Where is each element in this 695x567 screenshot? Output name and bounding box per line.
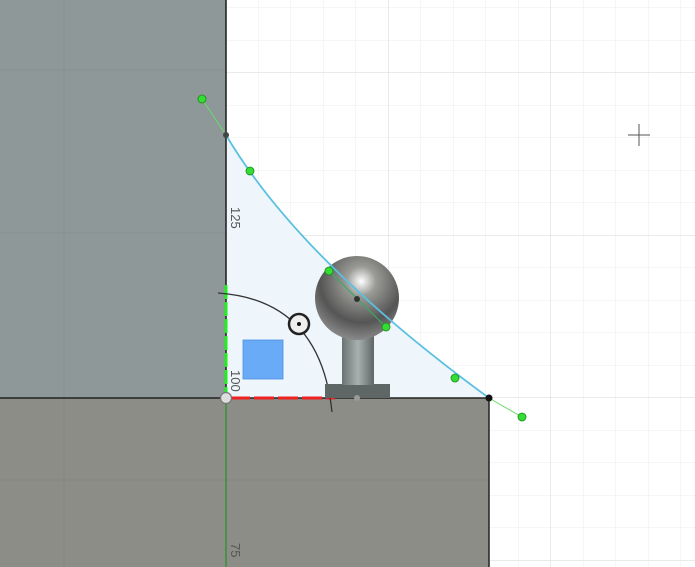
spline-endpoint[interactable] [223,132,229,138]
control-point[interactable] [197,94,207,104]
origin-point[interactable] [219,391,233,405]
control-point[interactable] [381,322,391,332]
control-point[interactable] [324,266,334,276]
body-face-bottom[interactable] [0,398,489,567]
manipulator-center [297,322,301,326]
control-point[interactable] [450,373,460,383]
ruler-label-75: 75 [228,543,243,558]
ruler-label-100: 100 [228,370,243,392]
spline-endpoint[interactable] [485,394,493,402]
joint-stem [342,335,374,385]
control-point[interactable] [517,412,527,422]
sketch-canvas[interactable] [0,0,695,567]
body-face-top[interactable] [0,0,226,398]
selection-box[interactable] [242,339,284,380]
ruler-label-125: 125 [228,207,243,229]
joint-origin-icon [354,395,360,401]
control-point[interactable] [245,166,255,176]
spline-midpoint[interactable] [354,296,360,302]
